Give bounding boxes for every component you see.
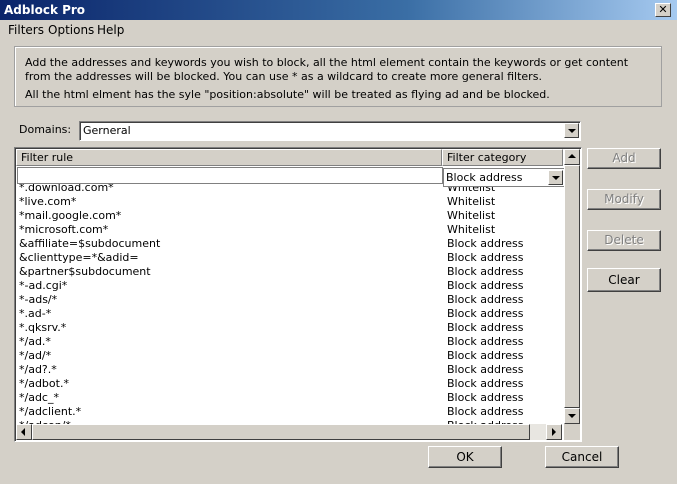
table-row[interactable]: */ad?.* Block address xyxy=(15,363,563,377)
filter-category-cell: Block address xyxy=(447,265,524,278)
delete-button[interactable]: Delete xyxy=(587,230,661,251)
cancel-button[interactable]: Cancel xyxy=(545,446,619,468)
domains-label: Domains: xyxy=(19,123,72,136)
filter-rule-cell: *-ads/* xyxy=(19,293,58,306)
filter-rule-cell: *mail.google.com* xyxy=(19,209,122,222)
table-row[interactable]: &partner$subdocument Block address xyxy=(15,265,563,279)
filter-rule-cell: &clienttype=*&adid= xyxy=(19,251,139,264)
filter-category-cell: Block address xyxy=(447,335,524,348)
scroll-down-icon[interactable] xyxy=(564,408,580,424)
table-row[interactable]: *-ad.cgi* Block address xyxy=(15,279,563,293)
scroll-left-icon[interactable] xyxy=(16,424,32,440)
table-row[interactable]: *-ads/* Block address xyxy=(15,293,563,307)
vertical-scrollbar[interactable] xyxy=(564,149,580,424)
filter-rule-cell: */ad/* xyxy=(19,349,52,362)
horizontal-scrollbar[interactable] xyxy=(16,424,562,440)
filter-category-cell: Block address xyxy=(447,251,524,264)
filter-rule-cell: */ad?.* xyxy=(19,363,57,376)
filter-category-cell: Block address xyxy=(447,391,524,404)
info-panel: Add the addresses and keywords you wish … xyxy=(14,46,662,107)
ok-button[interactable]: OK xyxy=(428,446,502,468)
table-row[interactable]: *live.com* Whitelist xyxy=(15,195,563,209)
close-button[interactable]: ✕ xyxy=(655,3,671,17)
filter-rule-cell: */adclient.* xyxy=(19,405,82,418)
filter-rule-cell: &partner$subdocument xyxy=(19,265,151,278)
scrollbar-corner xyxy=(564,424,580,440)
filter-rule-cell: *-ad.cgi* xyxy=(19,279,68,292)
filter-category-cell: Block address xyxy=(447,237,524,250)
filter-category-cell: Whitelist xyxy=(447,223,496,236)
filter-category-cell: Block address xyxy=(447,321,524,334)
clear-button[interactable]: Clear xyxy=(587,268,661,292)
table-row[interactable]: */adbot.* Block address xyxy=(15,377,563,391)
table-row[interactable]: */adclient.* Block address xyxy=(15,405,563,419)
table-row[interactable]: */ad.* Block address xyxy=(15,335,563,349)
title-bar: Adblock Pro ✕ xyxy=(0,0,677,20)
filter-category-cell: Block address xyxy=(447,293,524,306)
menu-filters[interactable]: Filters xyxy=(8,23,44,37)
window-title: Adblock Pro xyxy=(4,3,86,17)
table-row[interactable]: *microsoft.com* Whitelist xyxy=(15,223,563,237)
vertical-scroll-thumb[interactable] xyxy=(564,165,580,408)
add-button[interactable]: Add xyxy=(587,148,661,169)
filter-rule-cell: *live.com* xyxy=(19,195,77,208)
filter-category-cell: Whitelist xyxy=(447,209,496,222)
domains-value: Gerneral xyxy=(83,124,131,137)
filter-rule-input[interactable] xyxy=(17,167,443,184)
filter-list[interactable]: Filter rule Filter category *.download.c… xyxy=(14,147,582,442)
scroll-up-icon[interactable] xyxy=(564,149,580,165)
chevron-down-icon[interactable] xyxy=(564,123,579,138)
filter-rule-cell: */adbot.* xyxy=(19,377,69,390)
filter-category-cell: Whitelist xyxy=(447,195,496,208)
filter-rule-cell: *.ad-* xyxy=(19,307,52,320)
table-row[interactable]: *.ad-* Block address xyxy=(15,307,563,321)
modify-button[interactable]: Modify xyxy=(587,189,661,210)
chevron-down-icon[interactable] xyxy=(548,170,563,185)
filter-rule-cell: &affiliate=$subdocument xyxy=(19,237,161,250)
table-row[interactable]: *.qksrv.* Block address xyxy=(15,321,563,335)
filter-rule-cell: *.qksrv.* xyxy=(19,321,67,334)
filter-category-cell: Block address xyxy=(447,405,524,418)
category-value: Block address xyxy=(446,171,523,184)
filter-category-cell: Block address xyxy=(447,307,524,320)
domains-dropdown[interactable]: Gerneral xyxy=(79,121,581,141)
scroll-right-icon[interactable] xyxy=(546,424,562,440)
menu-help[interactable]: Help xyxy=(97,23,124,37)
filter-category-cell: Block address xyxy=(447,349,524,362)
filter-category-cell: Block address xyxy=(447,377,524,390)
filter-category-cell: Block address xyxy=(447,363,524,376)
column-header-filter-rule[interactable]: Filter rule xyxy=(16,149,442,166)
table-row[interactable]: &clienttype=*&adid= Block address xyxy=(15,251,563,265)
table-row[interactable]: */adc_* Block address xyxy=(15,391,563,405)
table-row[interactable]: *mail.google.com* Whitelist xyxy=(15,209,563,223)
info-text-2: All the html elment has the syle "positi… xyxy=(25,88,550,101)
info-text-1: Add the addresses and keywords you wish … xyxy=(25,56,629,83)
category-dropdown[interactable]: Block address xyxy=(443,168,565,187)
filter-rule-cell: */ad.* xyxy=(19,335,51,348)
column-header-filter-category[interactable]: Filter category xyxy=(442,149,563,166)
filter-rule-cell: */adc_* xyxy=(19,391,59,404)
filter-rule-cell: *microsoft.com* xyxy=(19,223,109,236)
filter-category-cell: Block address xyxy=(447,279,524,292)
table-row[interactable]: &affiliate=$subdocument Block address xyxy=(15,237,563,251)
menu-bar: Filters Options Help xyxy=(0,20,677,40)
table-row[interactable]: */ad/* Block address xyxy=(15,349,563,363)
horizontal-scroll-thumb[interactable] xyxy=(32,424,530,440)
menu-options[interactable]: Options xyxy=(48,23,94,37)
